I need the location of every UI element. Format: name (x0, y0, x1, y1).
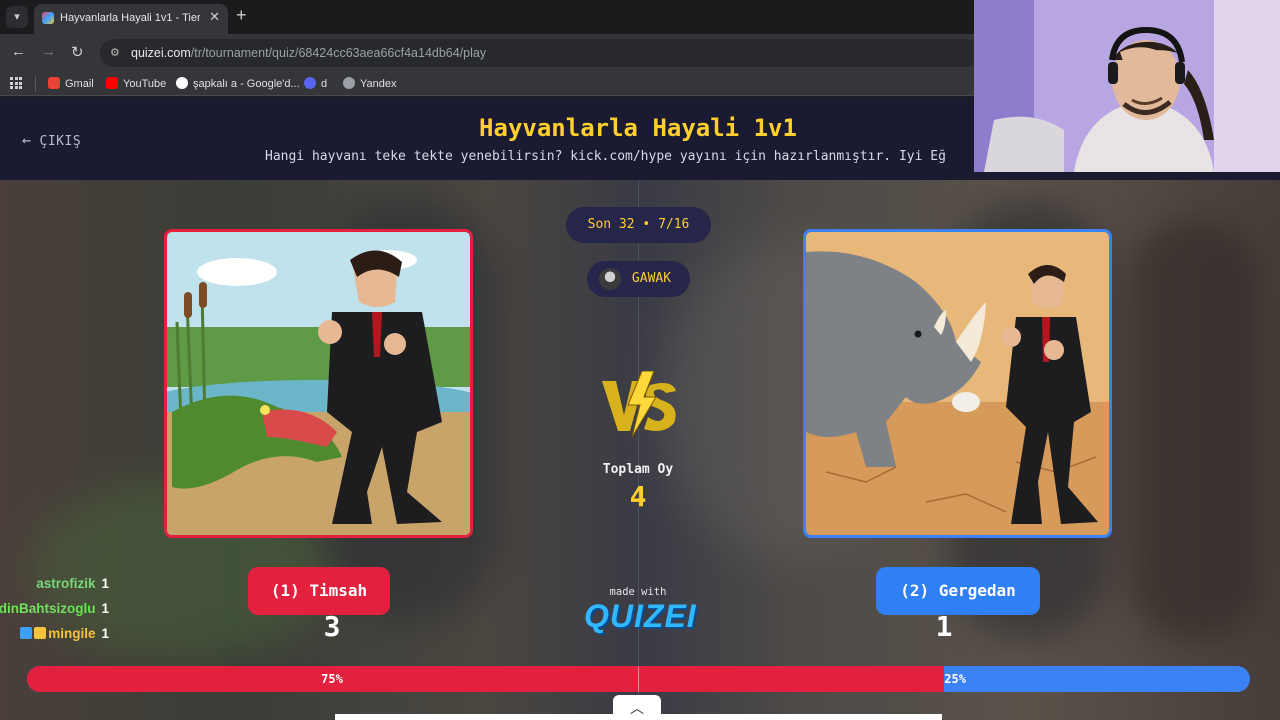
apps-grid-icon[interactable] (10, 77, 22, 89)
quiz-subtitle: Hangi hayvanı teke tekte yenebilirsin? k… (265, 149, 946, 164)
percent-left: 75% (321, 672, 343, 686)
site-favicon-icon (42, 12, 54, 24)
versus-lightning-icon (602, 371, 676, 438)
streamer-webcam-image (974, 0, 1280, 172)
google-icon (176, 77, 188, 89)
vote-share-bar: 75% 25% (27, 666, 1250, 692)
creator-badge[interactable]: GAWAK (587, 261, 690, 297)
browser-tab[interactable]: Hayvanlarla Hayali 1v1 - Tier Lis ✕ (34, 4, 228, 34)
address-bar[interactable]: ⚙ quizei.com/tr/tournament/quiz/68424cc6… (100, 39, 980, 67)
round-indicator: Son 32 • 7/16 (566, 207, 711, 243)
total-votes-label: Toplam Oy (602, 462, 674, 477)
vote-button-right[interactable]: (2) Gergedan (876, 567, 1040, 615)
option-image-left[interactable] (164, 229, 473, 538)
forward-arrow-icon[interactable]: → (41, 43, 56, 60)
youtube-icon (106, 77, 118, 89)
vote-share-left (27, 666, 945, 692)
bookmarks-bar: Gmail YouTube şapkalı a - Google'd... d … (0, 72, 974, 96)
chat-voter: mingile 1 (20, 626, 109, 641)
vote-bar-midline (638, 666, 639, 692)
vote-count-left: 3 (323, 610, 341, 643)
crown-badge-icon (34, 627, 47, 639)
bookmarks-separator (35, 76, 36, 92)
gmail-icon (48, 77, 60, 89)
globe-icon (343, 77, 355, 89)
vote-count-right: 1 (935, 610, 953, 643)
percent-right: 25% (944, 672, 966, 686)
total-votes-value: 4 (629, 480, 647, 513)
close-tab-icon[interactable]: ✕ (209, 9, 220, 25)
chat-voter: adinBahtsizoglu 1 (0, 601, 109, 616)
bookmark-gmail[interactable]: Gmail (48, 76, 94, 92)
made-with-label: made with (609, 586, 667, 598)
background-blur (1130, 220, 1260, 640)
bookmark-youtube[interactable]: YouTube (106, 76, 166, 92)
avatar (599, 268, 621, 290)
new-tab-button[interactable]: + (236, 5, 247, 26)
match-arena: Son 32 • 7/16 GAWAK Toplam Oy 4 (1) Tims… (0, 180, 1280, 720)
bookmark-yandex[interactable]: Yandex (343, 76, 397, 92)
reload-icon[interactable]: ↻ (71, 43, 84, 61)
quizei-logo: QUIZEI (584, 598, 697, 634)
tab-title: Hayvanlarla Hayali 1v1 - Tier Lis (60, 12, 200, 24)
vote-button-left[interactable]: (1) Timsah (248, 567, 390, 615)
discord-icon (304, 77, 316, 89)
quiz-page: ← ÇIKIŞ Hayvanlarla Hayali 1v1 Hangi hayv… (0, 97, 1280, 720)
bookmark-google[interactable]: şapkalı a - Google'd... (176, 76, 300, 92)
bottom-panel-edge (335, 714, 942, 720)
url-text[interactable]: quizei.com/tr/tournament/quiz/68424cc63a… (131, 46, 486, 60)
chat-voter: astrofizik 1 (36, 576, 109, 591)
subscriber-badge-icon (20, 627, 33, 639)
rhino-illustration (806, 232, 1109, 535)
crocodile-illustration (167, 232, 470, 535)
back-arrow-icon[interactable]: ← (11, 43, 26, 60)
option-image-right[interactable] (803, 229, 1112, 538)
bookmark-d[interactable]: d (304, 76, 327, 92)
browser-toolbar: ← → ↻ ⚙ quizei.com/tr/tournament/quiz/68… (0, 34, 980, 72)
tab-search-menu-button[interactable]: ▾ (6, 6, 28, 28)
site-info-icon[interactable]: ⚙ (110, 46, 124, 60)
webcam-overlay (974, 0, 1280, 172)
